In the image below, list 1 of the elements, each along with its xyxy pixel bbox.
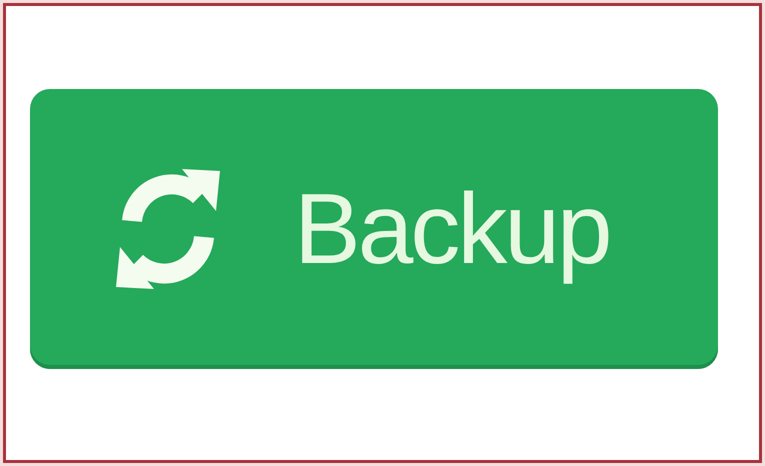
backup-button[interactable]: Backup xyxy=(30,89,718,369)
